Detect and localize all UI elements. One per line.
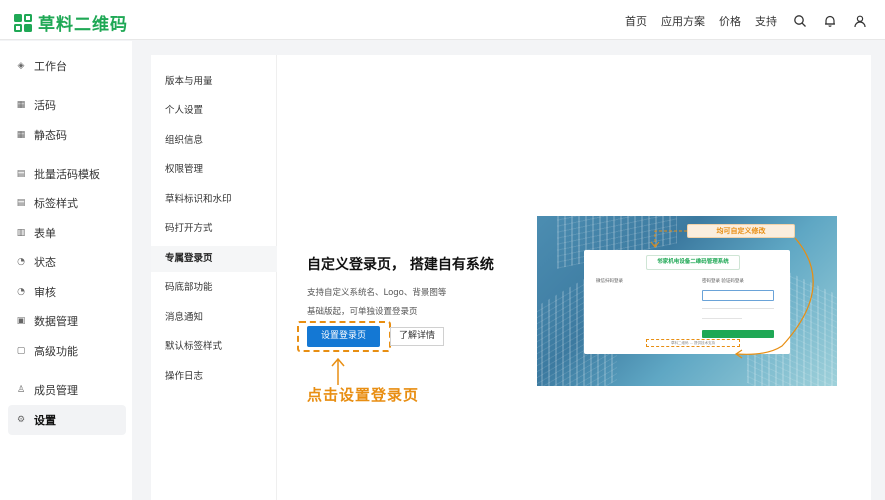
learn-more-button[interactable]: 了解详情 xyxy=(390,327,444,346)
login-page-preview: 邻家机电设备二维码管理系统 微信扫码登录 密码登录 验证码登录 草料二维码 ..… xyxy=(537,216,837,386)
subnav-item-default-label[interactable]: 默认标签样式 xyxy=(151,334,277,360)
subnav-item-watermark[interactable]: 草料标识和水印 xyxy=(151,187,277,213)
sidebar-item-data-management[interactable]: ▣ 数据管理 xyxy=(8,307,126,335)
sidebar-item-label: 状态 xyxy=(34,256,56,269)
sidebar-item-dynamic-code[interactable]: ▦ 活码 xyxy=(8,91,126,119)
brand-name: 草料二维码 xyxy=(38,15,128,35)
nav-solutions[interactable]: 应用方案 xyxy=(661,13,705,29)
logo-icon xyxy=(14,13,32,32)
sidebar-item-label: 活码 xyxy=(34,99,56,112)
sidebar-item-label: 批量活码模板 xyxy=(34,168,100,181)
bell-icon[interactable] xyxy=(823,14,837,28)
sidebar-item-label: 设置 xyxy=(34,414,56,427)
set-login-page-button[interactable]: 设置登录页 xyxy=(307,326,380,347)
grid-icon: ▦ xyxy=(16,100,26,110)
subnav-item-login-page[interactable]: 专属登录页 xyxy=(151,246,277,272)
lock-icon: ▢ xyxy=(16,346,26,356)
brand-logo[interactable]: 草料二维码 xyxy=(14,10,128,35)
subnav-item-logs[interactable]: 操作日志 xyxy=(151,364,277,390)
sidebar-item-batch-template[interactable]: ▤ 批量活码模板 xyxy=(8,160,126,188)
top-bar: 草料二维码 首页 应用方案 价格 支持 xyxy=(0,0,885,40)
search-icon[interactable] xyxy=(793,14,807,28)
subnav-item-permissions[interactable]: 权限管理 xyxy=(151,157,277,183)
subnav-item-personal[interactable]: 个人设置 xyxy=(151,98,277,124)
sidebar-item-static-code[interactable]: ▦ 静态码 xyxy=(8,121,126,149)
annotation-arrows xyxy=(650,230,814,359)
top-nav: 首页 应用方案 价格 支持 xyxy=(611,13,867,29)
sidebar-item-label: 标签样式 xyxy=(34,197,78,210)
sidebar-item-label: 表单 xyxy=(34,227,56,240)
sidebar-item-label: 静态码 xyxy=(34,129,67,142)
user-icon[interactable] xyxy=(853,14,867,28)
sidebar-item-form[interactable]: ▥ 表单 xyxy=(8,219,126,247)
subnav-item-version[interactable]: 版本与用量 xyxy=(151,69,277,95)
clock-icon: ◔ xyxy=(17,287,25,297)
sidebar-item-advanced[interactable]: ▢ 高级功能 xyxy=(8,337,126,365)
plan-note: 基础版起，可单独设置登录页 xyxy=(307,307,418,317)
sidebar-item-status[interactable]: ◔ 状态 xyxy=(8,248,126,276)
box-icon: ◈ xyxy=(17,61,25,71)
sidebar-item-label: 工作台 xyxy=(34,60,67,73)
sidebar-item-label-style[interactable]: ▤ 标签样式 xyxy=(8,189,126,217)
callout-text: 点击设置登录页 xyxy=(307,386,420,404)
clock-icon: ◔ xyxy=(17,257,25,267)
nav-home[interactable]: 首页 xyxy=(625,13,647,29)
arrow-up-icon xyxy=(331,357,345,385)
sidebar-item-label: 高级功能 xyxy=(34,345,78,358)
sidebar-item-label: 成员管理 xyxy=(34,384,78,397)
data-icon: ▣ xyxy=(16,316,26,326)
sidebar-item-workbench[interactable]: ◈ 工作台 xyxy=(8,52,126,80)
sidebar: ◈ 工作台 ▦ 活码 ▦ 静态码 ▤ 批量活码模板 ▤ 标签样式 ▥ 表单 ◔ 状态 ◔ 审核 … xyxy=(0,41,132,500)
feature-description: 支持自定义系统名、Logo、背景图等 xyxy=(307,288,447,298)
subnav-item-org-info[interactable]: 组织信息 xyxy=(151,128,277,154)
gear-icon: ⚙ xyxy=(16,415,26,425)
subnav-item-notifications[interactable]: 消息通知 xyxy=(151,305,277,331)
label-icon: ▤ xyxy=(16,198,26,208)
grid-icon: ▦ xyxy=(16,130,26,140)
nav-pricing[interactable]: 价格 xyxy=(719,13,741,29)
page-title: 自定义登录页， 搭建自有系统 xyxy=(307,257,494,273)
sidebar-item-settings[interactable]: ⚙ 设置 xyxy=(8,405,126,435)
sidebar-item-review[interactable]: ◔ 审核 xyxy=(8,278,126,306)
subnav-item-bottom-features[interactable]: 码底部功能 xyxy=(151,275,277,301)
sidebar-item-members[interactable]: ♙ 成员管理 xyxy=(8,376,126,404)
settings-subnav: 版本与用量 个人设置 组织信息 权限管理 草料标识和水印 码打开方式 专属登录页… xyxy=(151,55,277,500)
sidebar-item-label: 审核 xyxy=(34,286,56,299)
sidebar-item-label: 数据管理 xyxy=(34,315,78,328)
subnav-item-open-method[interactable]: 码打开方式 xyxy=(151,216,277,242)
template-icon: ▤ xyxy=(16,169,26,179)
nav-support[interactable]: 支持 xyxy=(755,13,777,29)
user-icon: ♙ xyxy=(16,385,26,395)
form-icon: ▥ xyxy=(16,228,26,238)
